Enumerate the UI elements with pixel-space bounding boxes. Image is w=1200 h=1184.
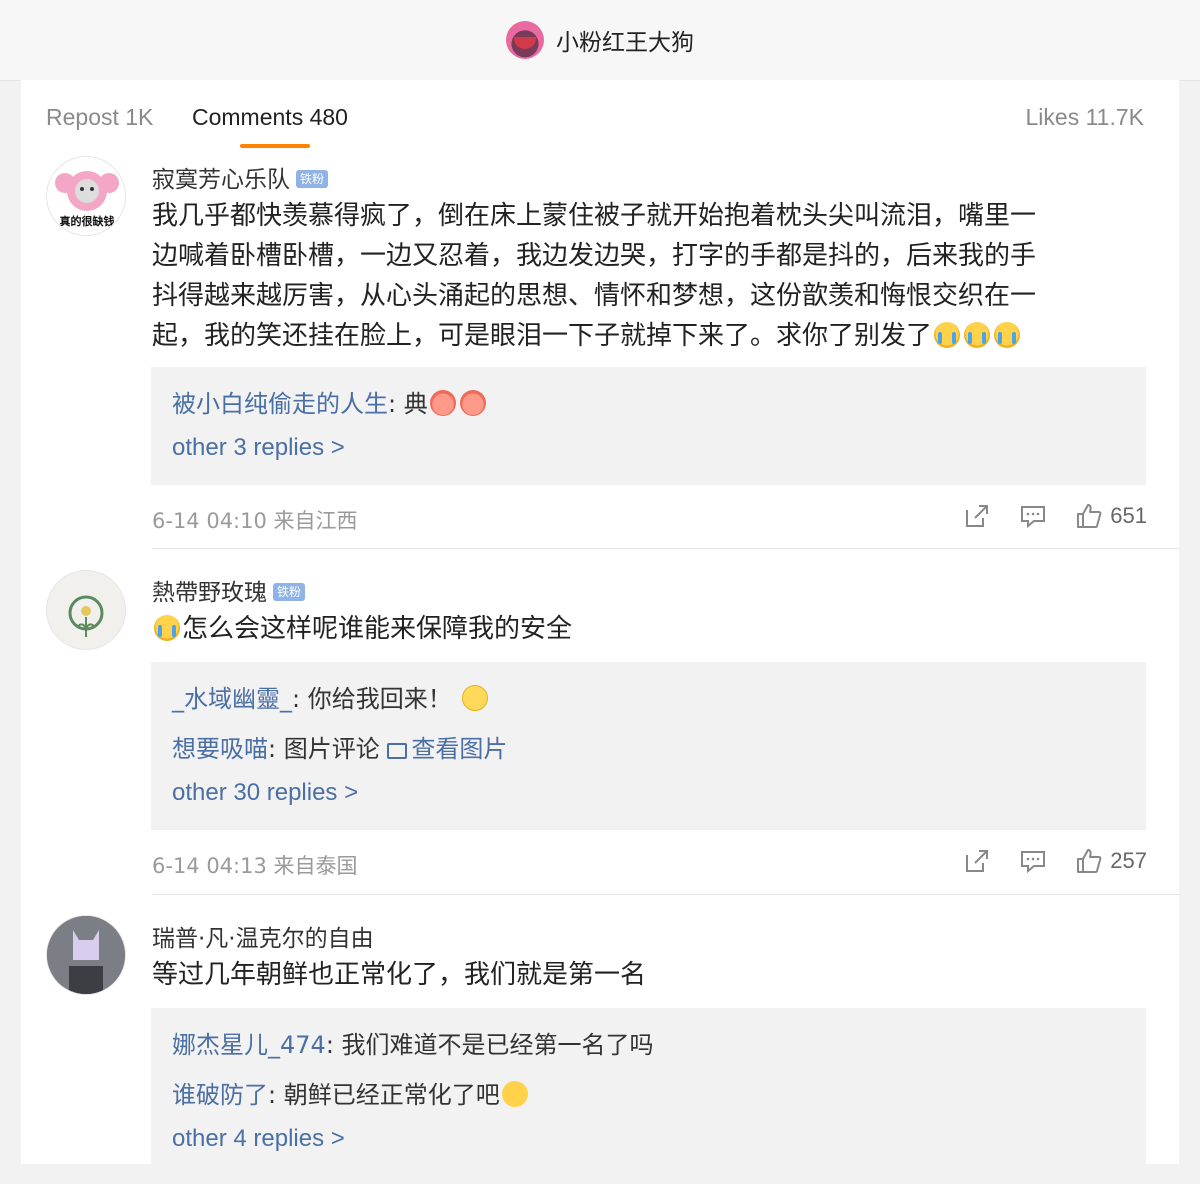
reply-author[interactable]: 想要吸喵 (172, 735, 268, 763)
pig-emoji-icon (459, 390, 486, 416)
comment-meta: 6-14 04:10 来自江西 (152, 509, 358, 533)
comments-panel: Repost 1K Comments 480 Likes 11.7K 真的很缺钱… (21, 80, 1179, 1164)
avatar-caption: 真的很缺钱 (59, 215, 115, 228)
commenter-avatar[interactable] (46, 570, 126, 650)
thinking-emoji-icon (501, 1081, 528, 1107)
crying-emoji-icon (964, 322, 991, 348)
comment-meta: 6-14 04:13 来自泰国 (152, 854, 358, 878)
reply-text: : 朝鲜已经正常化了吧 (268, 1081, 500, 1109)
more-replies-link[interactable]: other 3 replies > (172, 434, 345, 462)
image-icon (387, 743, 408, 759)
tab-bar: Repost 1K Comments 480 Likes 11.7K (21, 80, 1179, 154)
page-bottom-edge (0, 1164, 1200, 1184)
commenter-name-text: 熱帶野玫瑰 (152, 580, 267, 606)
comment-line: 边喊着卧槽卧槽，一边又忍着，我边发边哭，打字的手都是抖的，后来我的手 (152, 241, 1037, 271)
comment-line-text: 怎么会这样呢谁能来保障我的安全 (182, 614, 573, 644)
comment-line: 等过几年朝鲜也正常化了，我们就是第一名 (152, 960, 647, 990)
share-icon[interactable] (964, 848, 990, 874)
like-icon[interactable] (1076, 848, 1102, 874)
tab-comments[interactable]: Comments 480 (192, 104, 348, 131)
reply-item[interactable]: 想要吸喵: 图片评论 查看图片 (172, 729, 507, 764)
reply-text: : 你给我回来！ (292, 685, 452, 713)
reply-item[interactable]: 谁破防了: 朝鲜已经正常化了吧 (172, 1075, 530, 1110)
reply-item[interactable]: 娜杰星儿_474: 我们难道不是已经第一名了吗 (172, 1025, 654, 1060)
view-image-link[interactable]: 查看图片 (387, 735, 507, 763)
reply-author[interactable]: 被小白纯偷走的人生 (172, 390, 388, 418)
reply-author[interactable]: 娜杰星儿_474 (172, 1031, 326, 1059)
active-tab-indicator (240, 144, 310, 148)
crying-emoji-icon (994, 322, 1021, 348)
fan-badge: 铁粉 (296, 170, 329, 188)
reply-text: : 图片评论 (268, 735, 388, 763)
comment-line-text: 起，我的笑还挂在脸上，可是眼泪一下子就掉下来了。求你了别发了 (152, 321, 933, 351)
reply-author[interactable]: _水域幽靈_ (172, 685, 292, 713)
comment-divider (152, 548, 1179, 549)
tab-likes[interactable]: Likes 11.7K (1026, 104, 1144, 131)
like-count: 651 (1110, 503, 1147, 528)
commenter-avatar[interactable]: 真的很缺钱 (46, 156, 126, 236)
comment-actions: 257 (934, 848, 1147, 874)
reply-item[interactable]: _水域幽靈_: 你给我回来！ (172, 679, 490, 714)
comment-divider (152, 894, 1179, 895)
reply-box[interactable]: 被小白纯偷走的人生: 典 other 3 replies > (151, 367, 1146, 485)
reply-item[interactable]: 被小白纯偷走的人生: 典 (172, 384, 488, 419)
commenter-name[interactable]: 熱帶野玫瑰 铁粉 (152, 573, 306, 607)
comment-text: 怎么会这样呢谁能来保障我的安全 (152, 609, 1147, 649)
post-header: 小粉红王大狗 (0, 0, 1200, 81)
commenter-name[interactable]: 瑞普·凡·温克尔的自由 (152, 919, 374, 953)
comment-line: 抖得越来越厉害，从心头涌起的思想、情怀和梦想，这份歆羡和悔恨交织在一 (152, 281, 1037, 311)
more-replies-link[interactable]: other 30 replies > (172, 779, 358, 807)
crying-emoji-icon (934, 322, 961, 348)
tab-repost[interactable]: Repost 1K (46, 104, 153, 131)
reply-box[interactable]: 娜杰星儿_474: 我们难道不是已经第一名了吗 谁破防了: 朝鲜已经正常化了吧 … (151, 1008, 1146, 1164)
smile-emoji-icon (461, 685, 488, 711)
share-icon[interactable] (964, 503, 990, 529)
fan-badge: 铁粉 (273, 583, 306, 601)
comment-text: 我几乎都快羡慕得疯了，倒在床上蒙住被子就开始抱着枕头尖叫流泪，嘴里一 边喊着卧槽… (152, 196, 1147, 356)
comment-icon[interactable] (1020, 503, 1046, 529)
pig-emoji-icon (429, 390, 456, 416)
reply-text: : 典 (388, 390, 428, 418)
more-replies-link[interactable]: other 4 replies > (172, 1125, 345, 1153)
commenter-avatar[interactable] (46, 915, 126, 995)
commenter-name-text: 寂寞芳心乐队 (152, 167, 290, 193)
crying-emoji-icon (154, 615, 180, 641)
comment-line: 怎么会这样呢谁能来保障我的安全 (152, 609, 1147, 649)
comment-line: 起，我的笑还挂在脸上，可是眼泪一下子就掉下来了。求你了别发了 (152, 316, 1147, 356)
commenter-name[interactable]: 寂寞芳心乐队 铁粉 (152, 160, 329, 194)
like-count: 257 (1110, 848, 1147, 873)
author-name[interactable]: 小粉红王大狗 (556, 23, 694, 57)
author-avatar[interactable] (506, 21, 544, 59)
reply-box[interactable]: _水域幽靈_: 你给我回来！ 想要吸喵: 图片评论 查看图片 other 30 … (151, 662, 1146, 830)
like-icon[interactable] (1076, 503, 1102, 529)
comment-line: 我几乎都快羡慕得疯了，倒在床上蒙住被子就开始抱着枕头尖叫流泪，嘴里一 (152, 201, 1037, 231)
reply-author[interactable]: 谁破防了 (172, 1081, 268, 1109)
comment-text: 等过几年朝鲜也正常化了，我们就是第一名 (152, 955, 1147, 995)
comment-icon[interactable] (1020, 848, 1046, 874)
view-image-label: 查看图片 (411, 735, 508, 763)
comment-actions: 651 (934, 503, 1147, 529)
reply-text: : 我们难道不是已经第一名了吗 (325, 1031, 654, 1059)
